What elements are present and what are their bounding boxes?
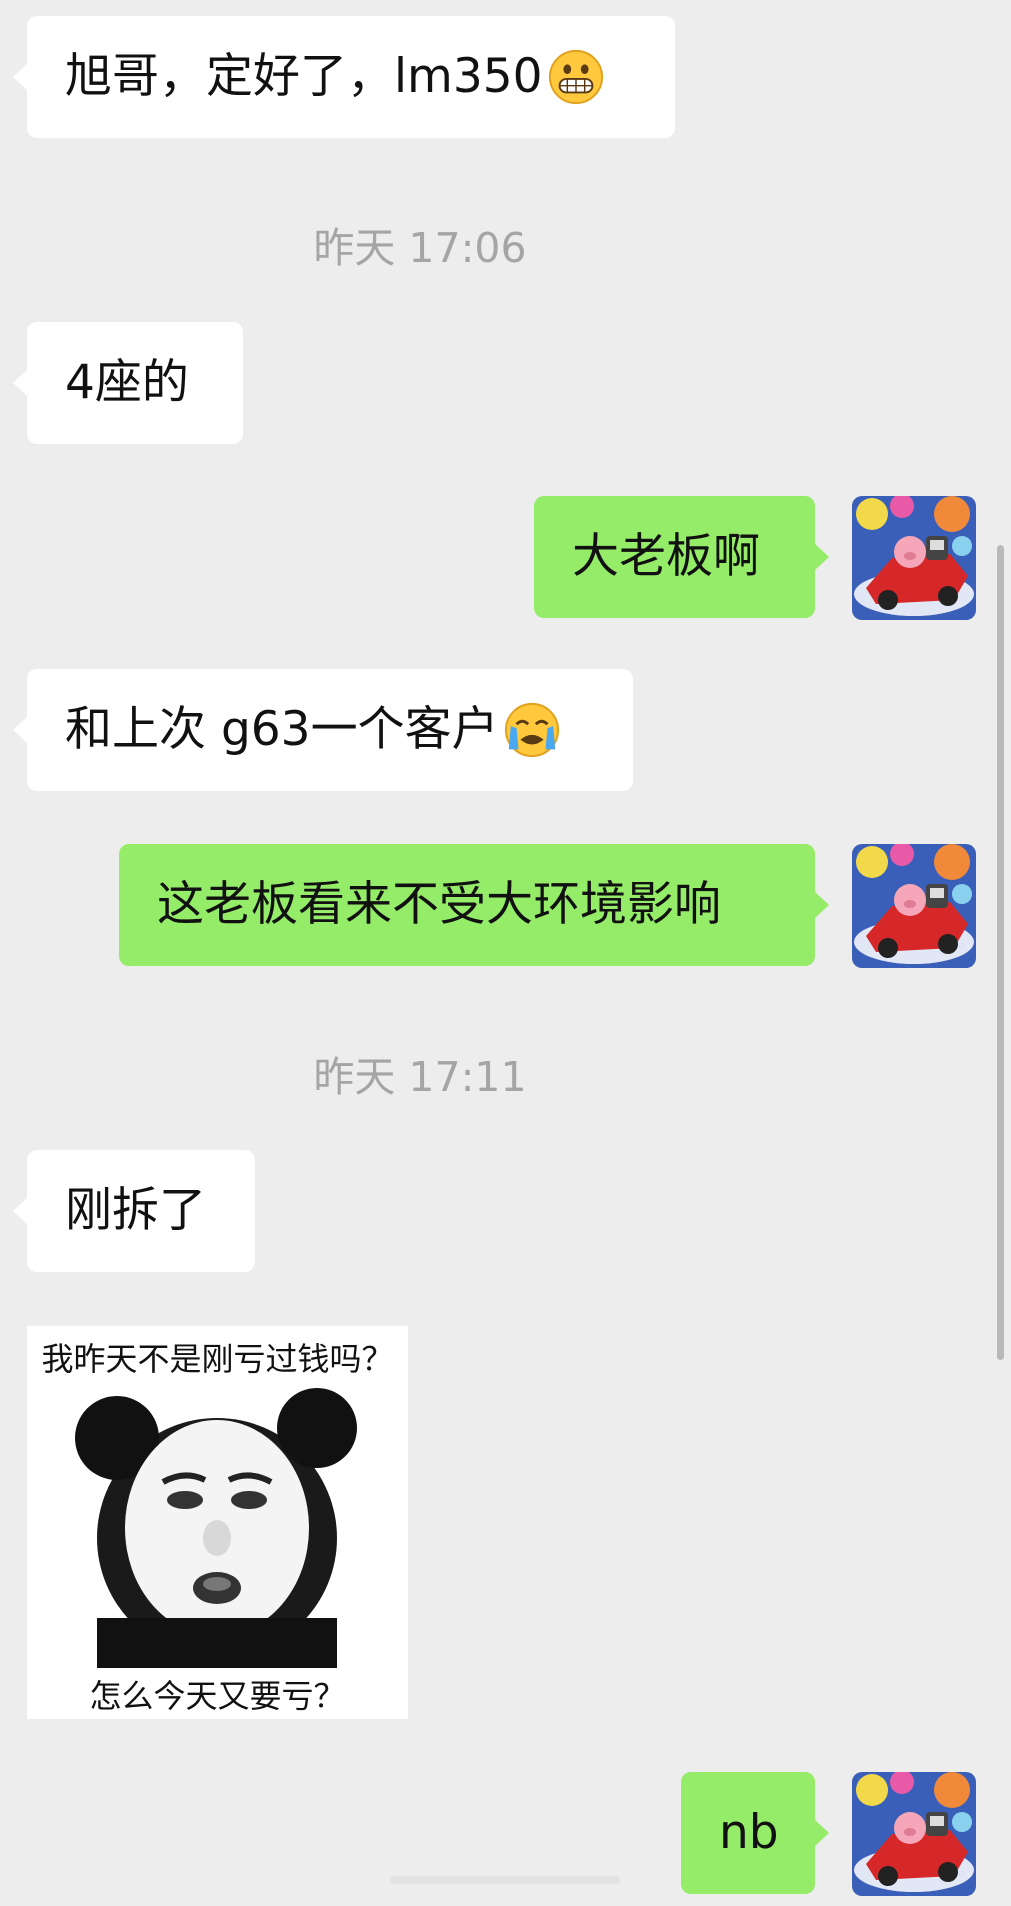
home-indicator[interactable] bbox=[390, 1876, 620, 1884]
message-bubble-outgoing[interactable]: nb bbox=[681, 1772, 815, 1894]
message-text: 大老板啊 bbox=[572, 529, 760, 585]
message-bubble-outgoing[interactable]: 这老板看来不受大环境影响 bbox=[119, 844, 815, 966]
message-bubble-incoming[interactable]: 刚拆了 bbox=[27, 1150, 255, 1272]
timestamp: 昨天 17:11 bbox=[313, 1053, 527, 1101]
message-text: 4座的 bbox=[65, 355, 189, 411]
pig-race-car-avatar-icon[interactable] bbox=[852, 496, 976, 620]
scrollbar[interactable] bbox=[997, 545, 1004, 1360]
grinning-face-emoji-icon bbox=[548, 49, 603, 105]
pig-race-car-avatar-icon[interactable] bbox=[852, 1772, 976, 1896]
panda-face-icon bbox=[75, 1388, 357, 1668]
message-text: 旭哥，定好了，lm350 bbox=[65, 49, 543, 105]
message-bubble-incoming[interactable]: 和上次 g63一个客户 bbox=[27, 669, 633, 791]
timestamp: 昨天 17:06 bbox=[313, 224, 527, 272]
panda-meme-sticker[interactable]: 我昨天不是刚亏过钱吗？ 怎么今天又要亏？ bbox=[27, 1326, 408, 1719]
sticker-caption-bottom: 怎么今天又要亏？ bbox=[89, 1677, 346, 1715]
pig-race-car-avatar-icon[interactable] bbox=[852, 844, 976, 968]
message-text: 刚拆了 bbox=[65, 1183, 206, 1239]
message-bubble-outgoing[interactable]: 大老板啊 bbox=[534, 496, 815, 618]
message-bubble-incoming[interactable]: 4座的 bbox=[27, 322, 243, 444]
message-bubble-incoming[interactable]: 旭哥，定好了，lm350 bbox=[27, 16, 675, 138]
message-text: 和上次 g63一个客户 bbox=[65, 702, 499, 758]
sticker-caption-top: 我昨天不是刚亏过钱吗？ bbox=[41, 1340, 394, 1378]
chat-window: 旭哥，定好了，lm350 昨天 17:06 4座的 大老板啊 和上次 g63一个… bbox=[0, 0, 1011, 1906]
message-text: nb bbox=[719, 1805, 779, 1861]
loudly-crying-face-emoji-icon bbox=[504, 702, 559, 758]
message-text: 这老板看来不受大环境影响 bbox=[157, 877, 721, 933]
